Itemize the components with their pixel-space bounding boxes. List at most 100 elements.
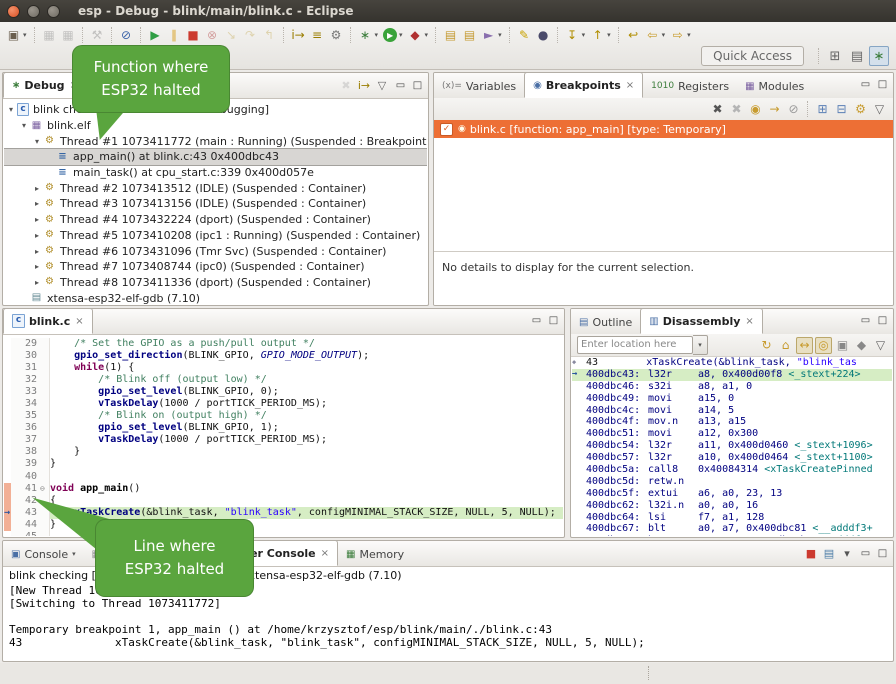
- code-line[interactable]: 40: [4, 471, 563, 483]
- code-editor[interactable]: 29 /* Set the GPIO as a push/pull output…: [4, 335, 563, 536]
- tree-expander-icon[interactable]: ▸: [32, 278, 42, 287]
- right-tab-breakpoints[interactable]: ◉Breakpoints×: [524, 72, 643, 98]
- new-wizard-icon[interactable]: ▣: [5, 27, 22, 44]
- disassembly-row[interactable]: 400dbc4f:mov.na13, a15: [572, 416, 892, 428]
- debug-tree-item[interactable]: ▸⚙Thread #7 1073408744 (ipc0) (Suspended…: [4, 259, 427, 275]
- code-line[interactable]: 41⊖void app_main(): [4, 483, 563, 495]
- debug-tree-item[interactable]: ≡main_task() at cpu_start.c:339 0x400d05…: [4, 165, 427, 181]
- location-dropdown-icon[interactable]: ▾: [693, 335, 708, 355]
- view-menu-icon[interactable]: ▽: [374, 77, 390, 93]
- disassembly-row[interactable]: →400dbc43:l32ra8, 0x400d00f8 <_stext+224…: [572, 369, 892, 381]
- debug-tree-item[interactable]: ≡app_main() at blink.c:43 0x400dbc43: [4, 149, 427, 165]
- external-tools-icon[interactable]: ◆: [407, 27, 424, 44]
- step-return-icon[interactable]: ↰: [261, 27, 278, 44]
- step-into-icon[interactable]: ↘: [223, 27, 240, 44]
- cpp-perspective-icon[interactable]: ▤: [847, 46, 867, 66]
- editor-tab-blink-c[interactable]: cblink.c×: [3, 308, 93, 334]
- back-icon[interactable]: ⇦: [644, 27, 661, 44]
- terminal-icon[interactable]: ●: [535, 27, 552, 44]
- tree-expander-icon[interactable]: ▸: [32, 199, 42, 208]
- disassembly-row[interactable]: 400dbc6a:bnonea0, a1, 0x400dbc8b <__addd…: [572, 535, 892, 536]
- right-tab-variables[interactable]: (x)=Variables: [434, 74, 524, 98]
- code-line[interactable]: 31 while(1) {: [4, 362, 563, 374]
- console-list-dropdown-icon[interactable]: ▾: [839, 545, 855, 561]
- debug-tree-item[interactable]: ▾⚙Thread #1 1073411772 (main : Running) …: [4, 133, 427, 149]
- code-line[interactable]: 42{: [4, 495, 563, 507]
- minimize-icon[interactable]: ▭: [858, 77, 873, 92]
- debug-tree[interactable]: ▾cblink checking [GDB Hardware Debugging…: [4, 99, 427, 304]
- previous-annotation-icon[interactable]: ↑: [589, 27, 606, 44]
- run-icon[interactable]: ▶: [383, 28, 397, 42]
- disconnect-icon[interactable]: ⊗: [204, 27, 221, 44]
- new-wizard-icon-dropdown[interactable]: ▾: [23, 31, 27, 39]
- sync-with-stack-frame-icon[interactable]: ↔: [796, 337, 813, 354]
- disassembly-row[interactable]: 400dbc54:l32ra11, 0x400d0460 <_stext+109…: [572, 440, 892, 452]
- debug-tree-item[interactable]: ▸⚙Thread #6 1073431096 (Tmr Svc) (Suspen…: [4, 243, 427, 259]
- save-icon[interactable]: ▦: [41, 27, 58, 44]
- disassembly-row[interactable]: 400dbc64:lsif7, a1, 128: [572, 512, 892, 524]
- window-close-button[interactable]: [7, 5, 20, 18]
- debug-icon-dropdown[interactable]: ▾: [375, 31, 379, 39]
- disassembly-row[interactable]: 400dbc5f:extuia6, a0, 23, 13: [572, 488, 892, 500]
- window-maximize-button[interactable]: [47, 5, 60, 18]
- disassembly-row[interactable]: 400dbc49:movia15, 0: [572, 393, 892, 405]
- disassembly-row[interactable]: 400dbc4c:movia14, 5: [572, 405, 892, 417]
- disassembly-tab-outline[interactable]: ▤Outline: [571, 310, 640, 334]
- step-over-icon[interactable]: ↷: [242, 27, 259, 44]
- code-line[interactable]: 39}: [4, 458, 563, 470]
- code-line[interactable]: 38 }: [4, 446, 563, 458]
- open-perspective-icon[interactable]: ⊞: [825, 46, 845, 66]
- follow-pc-icon[interactable]: ◎: [815, 337, 832, 354]
- back-icon-dropdown[interactable]: ▾: [662, 31, 666, 39]
- maximize-icon[interactable]: □: [875, 546, 890, 561]
- breakpoint-row[interactable]: ✓ ◉ blink.c [function: app_main] [type: …: [434, 120, 893, 138]
- close-icon[interactable]: ×: [321, 548, 329, 559]
- save-all-icon[interactable]: ▦: [60, 27, 77, 44]
- disassembly-row[interactable]: 400dbc57:l32ra10, 0x400d0464 <_stext+110…: [572, 452, 892, 464]
- forward-icon-dropdown[interactable]: ▾: [687, 31, 691, 39]
- terminate-console-icon[interactable]: ■: [803, 545, 819, 561]
- debug-tree-item[interactable]: ▸⚙Thread #5 1073410208 (ipc1 : Running) …: [4, 228, 427, 244]
- minimize-icon[interactable]: ▭: [529, 313, 544, 328]
- previous-annotation-icon-dropdown[interactable]: ▾: [607, 31, 611, 39]
- pin-view-icon[interactable]: ◆: [853, 337, 870, 354]
- right-tab-modules[interactable]: ▦Modules: [737, 74, 812, 98]
- code-line[interactable]: 30 gpio_set_direction(BLINK_GPIO, GPIO_M…: [4, 350, 563, 362]
- debug-tree-item[interactable]: ▾▦blink.elf: [4, 118, 427, 134]
- code-line[interactable]: 37 vTaskDelay(1000 / portTICK_PERIOD_MS)…: [4, 434, 563, 446]
- display-selected-console-icon[interactable]: ▤: [821, 545, 837, 561]
- skip-breakpoints-icon[interactable]: ⊘: [118, 27, 135, 44]
- debug-tree-item[interactable]: ▸⚙Thread #8 1073411336 (dport) (Suspende…: [4, 275, 427, 291]
- disassembly-row[interactable]: 400dbc46:s32ia8, a1, 0: [572, 381, 892, 393]
- disassembly-row[interactable]: 400dbc51:movia12, 0x300: [572, 428, 892, 440]
- flash-target-icon[interactable]: ►: [480, 27, 497, 44]
- code-line[interactable]: 29 /* Set the GPIO as a push/pull output…: [4, 338, 563, 350]
- view-menu-icon[interactable]: ▽: [872, 337, 889, 354]
- collapse-all-icon[interactable]: ⊟: [833, 101, 850, 118]
- next-annotation-icon-dropdown[interactable]: ▾: [582, 31, 586, 39]
- debug-tree-item[interactable]: ▸⚙Thread #3 1073413156 (IDLE) (Suspended…: [4, 196, 427, 212]
- build-icon[interactable]: ⚒: [89, 27, 106, 44]
- instruction-stepping-mode-icon[interactable]: i→: [356, 77, 372, 93]
- format-icon[interactable]: ✎: [516, 27, 533, 44]
- select-default-working-set-icon[interactable]: ⊘: [785, 101, 802, 118]
- remove-all-terminated-icon[interactable]: ✖: [338, 77, 354, 93]
- breakpoint-checkbox[interactable]: ✓: [440, 123, 453, 136]
- import-project-icon[interactable]: ▤: [442, 27, 459, 44]
- home-icon[interactable]: ⌂: [777, 337, 794, 354]
- disassembly-listing[interactable]: ◆43 xTaskCreate(&blink_task, "blink_tas→…: [572, 357, 892, 536]
- debug-tree-item[interactable]: ▤xtensa-esp32-elf-gdb (7.10): [4, 290, 427, 304]
- tree-expander-icon[interactable]: ▾: [19, 121, 29, 130]
- remove-breakpoint-icon[interactable]: ✖: [709, 101, 726, 118]
- maximize-icon[interactable]: □: [875, 77, 890, 92]
- last-edit-location-icon[interactable]: ↩: [625, 27, 642, 44]
- tree-expander-icon[interactable]: ▸: [32, 247, 42, 256]
- code-line[interactable]: 34 vTaskDelay(1000 / portTICK_PERIOD_MS)…: [4, 398, 563, 410]
- instruction-stepping-icon[interactable]: i→: [290, 27, 307, 44]
- tree-expander-icon[interactable]: ▾: [32, 137, 42, 146]
- go-to-file-for-breakpoint-icon[interactable]: →: [766, 101, 783, 118]
- profile-icon[interactable]: ⚙: [328, 27, 345, 44]
- terminate-icon[interactable]: ■: [185, 27, 202, 44]
- flash-target-icon-dropdown[interactable]: ▾: [498, 31, 502, 39]
- resume-icon[interactable]: ▶: [147, 27, 164, 44]
